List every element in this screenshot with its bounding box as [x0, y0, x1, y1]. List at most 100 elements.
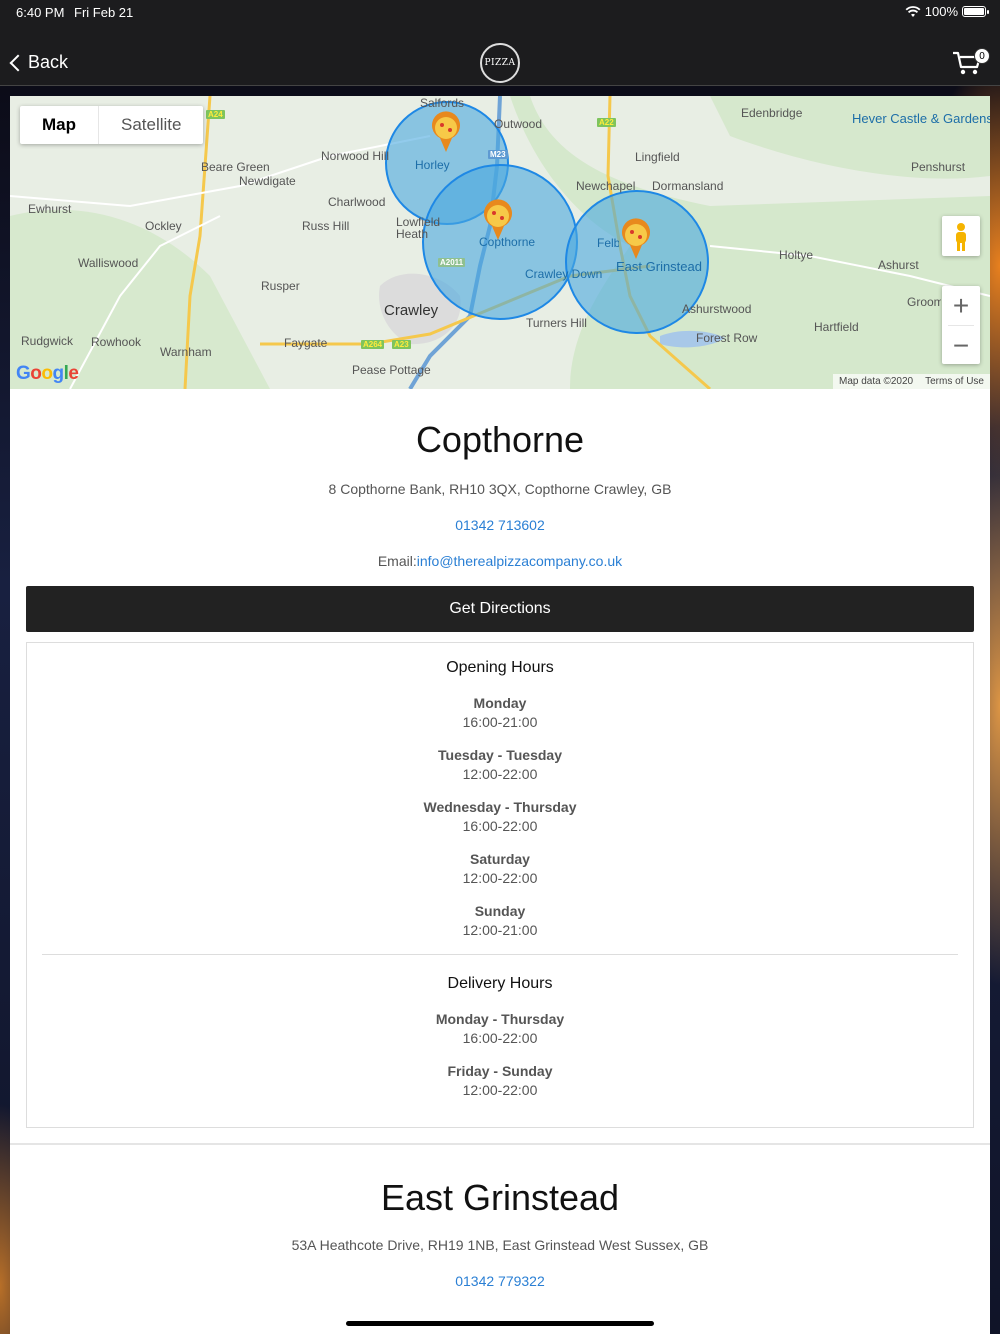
- cart-button[interactable]: 0: [952, 48, 990, 78]
- road-label: A23: [392, 340, 411, 349]
- map-place: Rusper: [261, 279, 300, 293]
- hour-day: Monday - Thursday: [435, 1011, 565, 1027]
- status-date: Fri Feb 21: [74, 5, 134, 20]
- logo-text: PIZZA: [484, 58, 516, 68]
- zoom-in-button[interactable]: +: [942, 286, 980, 325]
- road-label: A264: [361, 340, 385, 349]
- pegman-icon: [956, 223, 966, 251]
- cart-count-badge: 0: [974, 48, 990, 64]
- map-place: Ashurst: [878, 258, 919, 272]
- opening-hours-item: Sunday 12:00-21:00: [42, 903, 958, 938]
- status-bar: 6:40 PM Fri Feb 21 100%: [0, 0, 1000, 26]
- delivery-hours-item: Friday - Sunday 12:00-22:00: [42, 1063, 958, 1098]
- store-address: 53A Heathcote Drive, RH19 1NB, East Grin…: [291, 1237, 709, 1253]
- map-data-label: Map data ©2020: [839, 376, 914, 387]
- store-address: 8 Copthorne Bank, RH10 3QX, Copthorne Cr…: [328, 481, 672, 497]
- hour-day: Sunday: [474, 903, 526, 919]
- map-place: Russ Hill: [302, 219, 350, 233]
- opening-hours-item: Monday 16:00-21:00: [42, 695, 958, 730]
- email-link[interactable]: info@therealpizzacompany.co.uk: [417, 553, 622, 569]
- map-place: Lingfield: [635, 150, 680, 164]
- hour-day: Monday: [473, 695, 527, 711]
- road-label: M23: [488, 150, 508, 159]
- get-directions-button[interactable]: Get Directions: [26, 586, 974, 632]
- store-locator-content: Salfords Outwood Edenbridge Hever Castle…: [10, 96, 990, 1334]
- map-place: Newchapel: [576, 179, 636, 193]
- terms-of-use-link[interactable]: Terms of Use: [925, 376, 984, 387]
- delivery-hours-item: Monday - Thursday 16:00-22:00: [42, 1011, 958, 1046]
- store-card-copthorne: Copthorne 8 Copthorne Bank, RH10 3QX, Co…: [10, 389, 990, 1145]
- delivery-hours-title: Delivery Hours: [447, 975, 553, 992]
- map-view[interactable]: Salfords Outwood Edenbridge Hever Castle…: [10, 96, 990, 389]
- map-place: Copthorne: [479, 235, 536, 249]
- hour-time: 12:00-22:00: [462, 1082, 538, 1098]
- map-place: Hever Castle & Gardens: [852, 111, 990, 126]
- hour-time: 16:00-21:00: [462, 714, 538, 730]
- map-place: Groombridge: [907, 295, 941, 309]
- map-place: Penshurst: [911, 160, 966, 174]
- map-place: Norwood Hill: [321, 149, 390, 163]
- store-phone-link[interactable]: 01342 779322: [10, 1273, 990, 1289]
- hour-day: Wednesday - Thursday: [423, 799, 577, 815]
- chevron-left-icon: [9, 54, 27, 71]
- email-label: Email:: [377, 553, 417, 569]
- road-label: A24: [206, 110, 225, 119]
- map-place: Faygate: [284, 336, 328, 350]
- map-place: Felbridge: [597, 236, 619, 250]
- map-place: Warnham: [160, 345, 212, 359]
- map-type-satellite-button[interactable]: Satellite: [99, 106, 203, 144]
- map-place: Dormansland: [652, 179, 724, 193]
- map-place: Rowhook: [91, 335, 142, 349]
- map-place: Beare Green: [201, 160, 270, 174]
- zoom-out-button[interactable]: −: [942, 326, 980, 365]
- wifi-icon: [905, 5, 921, 17]
- home-indicator[interactable]: [346, 1321, 654, 1326]
- map-type-control: Map Satellite: [20, 106, 204, 144]
- zoom-control: + −: [942, 286, 980, 364]
- map-place: Horley: [415, 158, 450, 172]
- map-place: Pease Pottage: [352, 363, 431, 377]
- map-place: Turners Hill: [526, 316, 587, 330]
- status-time: 6:40 PM: [16, 5, 65, 20]
- road-label: A2011: [438, 258, 466, 267]
- map-type-map-button[interactable]: Map: [20, 106, 99, 144]
- battery-percent: 100%: [924, 4, 958, 19]
- map-place: Ashurstwood: [682, 302, 752, 316]
- battery-icon: [962, 6, 989, 17]
- opening-hours-title: Opening Hours: [446, 659, 554, 676]
- hour-time: 16:00-22:00: [462, 818, 538, 834]
- map-place: Crawley Down: [525, 267, 603, 281]
- map-place: East Grinstead: [616, 259, 702, 274]
- hours-divider: [42, 954, 958, 955]
- google-logo: Google: [16, 363, 79, 384]
- map-place: Forest Row: [696, 331, 758, 345]
- store-card-east-grinstead: East Grinstead 53A Heathcote Drive, RH19…: [10, 1145, 990, 1289]
- store-name: East Grinstead: [380, 1177, 620, 1218]
- street-view-button[interactable]: [942, 216, 980, 256]
- back-button[interactable]: Back: [8, 52, 68, 73]
- map-place: Rudgwick: [21, 334, 74, 348]
- store-phone-link[interactable]: 01342 713602: [10, 517, 990, 533]
- map-place: Charlwood: [328, 195, 386, 209]
- store-name: Copthorne: [415, 419, 585, 460]
- hour-day: Friday - Sunday: [447, 1063, 553, 1079]
- map-place: Newdigate: [239, 174, 296, 188]
- status-right: 100%: [905, 4, 989, 19]
- hour-time: 16:00-22:00: [462, 1030, 538, 1046]
- map-place: Walliswood: [78, 256, 139, 270]
- map-place: Ockley: [145, 219, 182, 233]
- hours-box: Opening Hours Monday 16:00-21:00 Tuesday…: [26, 642, 974, 1128]
- map-place: Edenbridge: [741, 106, 803, 120]
- map-place: Holtye: [779, 248, 814, 262]
- map-place: Ewhurst: [28, 202, 72, 216]
- hour-time: 12:00-21:00: [462, 922, 538, 938]
- map-place: Lowfield Heath: [396, 215, 441, 241]
- opening-hours-item: Saturday 12:00-22:00: [42, 851, 958, 886]
- hour-time: 12:00-22:00: [462, 870, 538, 886]
- back-label: Back: [28, 52, 69, 72]
- pizza-logo: PIZZA: [480, 43, 520, 83]
- opening-hours-item: Wednesday - Thursday 16:00-22:00: [42, 799, 958, 834]
- hour-time: 12:00-22:00: [462, 766, 538, 782]
- map-place: Hartfield: [814, 320, 859, 334]
- opening-hours-item: Tuesday - Tuesday 12:00-22:00: [42, 747, 958, 782]
